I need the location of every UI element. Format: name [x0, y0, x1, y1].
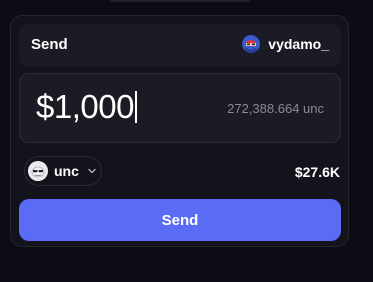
send-card: Send vydamo_ $1,000 272,388.664 unc unc … — [10, 15, 349, 247]
user-avatar-icon — [242, 35, 261, 53]
user-chip[interactable]: vydamo_ — [242, 35, 329, 53]
amount-value: $1,000 — [36, 88, 134, 125]
header-title: Send — [31, 36, 68, 53]
token-logo-icon — [28, 161, 48, 181]
token-symbol: unc — [54, 163, 79, 179]
top-divider — [110, 0, 250, 2]
send-button[interactable]: Send — [19, 199, 341, 241]
text-caret — [134, 91, 137, 123]
balance-value: $27.6K — [294, 164, 340, 180]
send-header: Send vydamo_ — [19, 24, 341, 66]
username: vydamo_ — [268, 36, 329, 52]
token-selector[interactable]: unc — [24, 156, 102, 186]
converted-amount: 272,388.664 unc — [227, 101, 324, 116]
chevron-down-icon — [88, 168, 96, 174]
amount-field[interactable]: $1,000 — [36, 89, 137, 125]
amount-input-box[interactable]: $1,000 272,388.664 unc — [19, 73, 341, 143]
